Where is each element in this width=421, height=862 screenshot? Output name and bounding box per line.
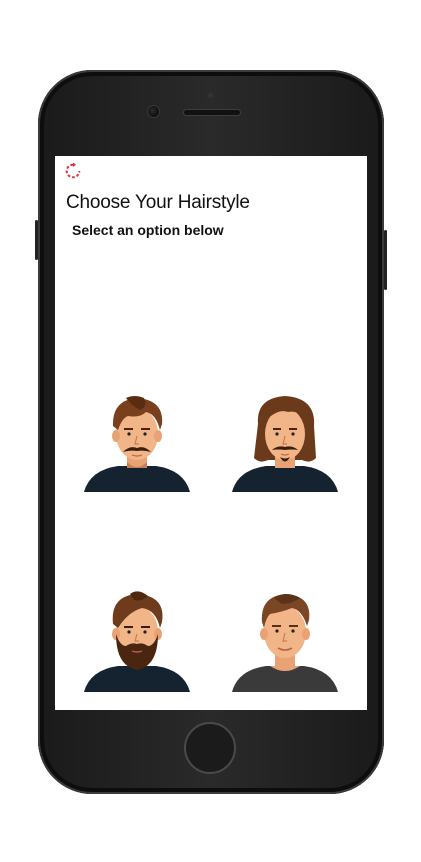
avatar-clean-shaven-short — [232, 594, 338, 692]
phone-frame: Choose Your Hairstyle Select an option b… — [35, 70, 387, 794]
page-title: Choose Your Hairstyle — [66, 192, 250, 213]
avatar-full-beard — [84, 591, 190, 692]
earpiece-speaker — [184, 110, 240, 115]
avatar-long-hair-goatee — [232, 396, 338, 492]
refresh-icon[interactable] — [64, 162, 82, 180]
home-button[interactable] — [184, 722, 236, 774]
hairstyle-option-clean-shaven-short[interactable] — [230, 584, 340, 694]
avatar-short-fringe-mustache — [84, 396, 190, 492]
phone-power-button — [384, 230, 387, 290]
front-camera — [148, 106, 159, 117]
hairstyle-option-full-beard[interactable] — [82, 584, 192, 694]
hairstyle-option-long-hair-goatee[interactable] — [230, 384, 340, 494]
page-subtitle: Select an option below — [72, 222, 224, 238]
phone-sensor — [208, 93, 213, 98]
phone-volume-button — [35, 220, 38, 260]
hairstyle-option-short-fringe-mustache[interactable] — [82, 384, 192, 494]
app-screen: Choose Your Hairstyle Select an option b… — [55, 156, 367, 710]
